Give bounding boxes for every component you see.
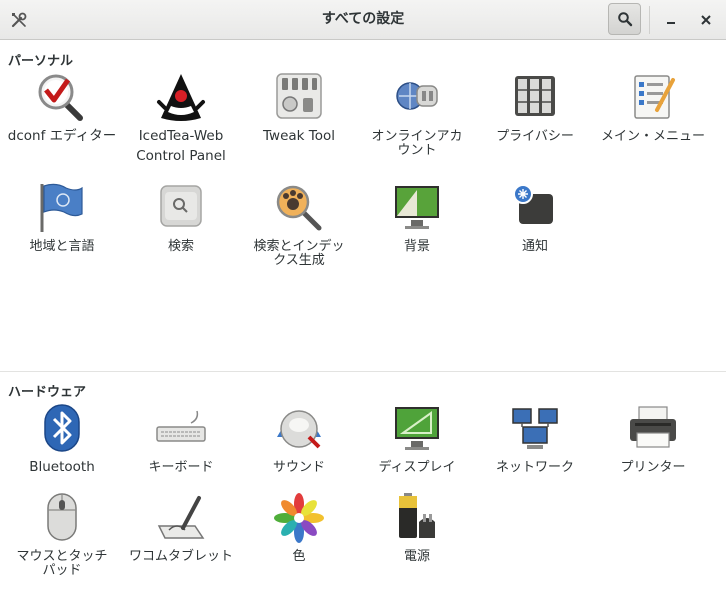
- panel-online-accounts[interactable]: オンラインアカ ウント: [358, 72, 476, 158]
- panel-label: オンラインアカ ウント: [371, 129, 463, 158]
- minimize-button[interactable]: [660, 9, 682, 31]
- panel-label: ワコムタブレット: [128, 549, 233, 564]
- sound-icon: [273, 403, 325, 455]
- panel-label: 背景: [403, 239, 430, 254]
- panel-icedtea-web[interactable]: IcedTea-Web Control Panel: [122, 72, 240, 166]
- tweak-tool-icon: [273, 72, 325, 124]
- panel-label: 地域と言語: [29, 239, 95, 254]
- region-flag-icon: [36, 182, 88, 234]
- panel-label: プライバシー: [496, 129, 574, 144]
- panel-label: Tweak Tool: [263, 128, 335, 144]
- tools-icon[interactable]: [8, 9, 30, 31]
- panel-label: ネットワーク: [495, 460, 574, 475]
- dconf-editor-icon: [36, 72, 88, 124]
- header-separator: [649, 6, 650, 34]
- header-bar: すべての設定: [0, 0, 726, 40]
- notifications-icon: [509, 182, 561, 234]
- panel-notifications[interactable]: 通知: [476, 182, 594, 254]
- panel-label: 検索とインデッ クス生成: [253, 239, 345, 268]
- panel-search[interactable]: 検索: [122, 182, 240, 254]
- panel-color[interactable]: 色: [240, 492, 358, 564]
- panel-label: メイン・メニュー: [600, 129, 705, 144]
- panel-power[interactable]: 電源: [358, 492, 476, 564]
- panel-privacy[interactable]: プライバシー: [476, 72, 594, 144]
- bluetooth-icon: [36, 403, 88, 455]
- panel-sound[interactable]: サウンド: [240, 403, 358, 475]
- keyboard-icon: [155, 403, 207, 455]
- search-button[interactable]: [608, 3, 641, 35]
- power-battery-icon: [391, 492, 443, 544]
- section-title-hardware: ハードウェア: [8, 385, 87, 400]
- panel-region-language[interactable]: 地域と言語: [3, 182, 121, 254]
- search-settings-icon: [155, 182, 207, 234]
- section-divider: [0, 371, 726, 372]
- panel-background[interactable]: 背景: [358, 182, 476, 254]
- display-icon: [391, 403, 443, 455]
- panel-network[interactable]: ネットワーク: [476, 403, 594, 475]
- mouse-icon: [36, 492, 88, 544]
- color-icon: [273, 492, 325, 544]
- panel-wacom-tablet[interactable]: ワコムタブレット: [122, 492, 240, 564]
- background-icon: [391, 182, 443, 234]
- minimize-icon: [667, 22, 675, 24]
- panel-label: ディスプレイ: [378, 460, 456, 475]
- tracker-search-icon: [273, 182, 325, 234]
- java-duke-icon: [155, 72, 207, 124]
- network-icon: [509, 403, 561, 455]
- panel-label: IcedTea-Web Control Panel: [136, 128, 226, 164]
- printer-icon: [627, 403, 679, 455]
- panel-tweak-tool[interactable]: Tweak Tool: [240, 72, 358, 146]
- panel-label: 電源: [403, 549, 430, 564]
- panel-mouse-touchpad[interactable]: マウスとタッチ パッド: [3, 492, 121, 578]
- panel-printers[interactable]: プリンター: [594, 403, 712, 475]
- privacy-icon: [509, 72, 561, 124]
- wacom-tablet-icon: [155, 492, 207, 544]
- panel-keyboard[interactable]: キーボード: [122, 403, 240, 475]
- panel-label: 色: [292, 549, 306, 564]
- panel-label: 通知: [521, 239, 548, 254]
- panel-display[interactable]: ディスプレイ: [358, 403, 476, 475]
- section-title-personal: パーソナル: [8, 54, 74, 69]
- panel-dconf-editor[interactable]: dconf エディター: [3, 72, 121, 146]
- main-menu-icon: [627, 72, 679, 124]
- search-icon: [617, 12, 632, 27]
- panel-main-menu[interactable]: メイン・メニュー: [594, 72, 712, 144]
- close-icon: [701, 15, 711, 25]
- panel-label: プリンター: [620, 460, 686, 475]
- close-button[interactable]: [695, 9, 717, 31]
- panel-label: マウスとタッチ パッド: [16, 549, 108, 578]
- panel-label: 検索: [167, 239, 194, 254]
- panel-search-indexing[interactable]: 検索とインデッ クス生成: [240, 182, 358, 268]
- panel-label: Bluetooth: [29, 459, 95, 475]
- panel-label: サウンド: [272, 460, 325, 475]
- panel-label: キーボード: [148, 460, 214, 475]
- panel-label: dconf エディター: [7, 128, 117, 144]
- online-accounts-icon: [391, 72, 443, 124]
- panel-bluetooth[interactable]: Bluetooth: [3, 403, 121, 477]
